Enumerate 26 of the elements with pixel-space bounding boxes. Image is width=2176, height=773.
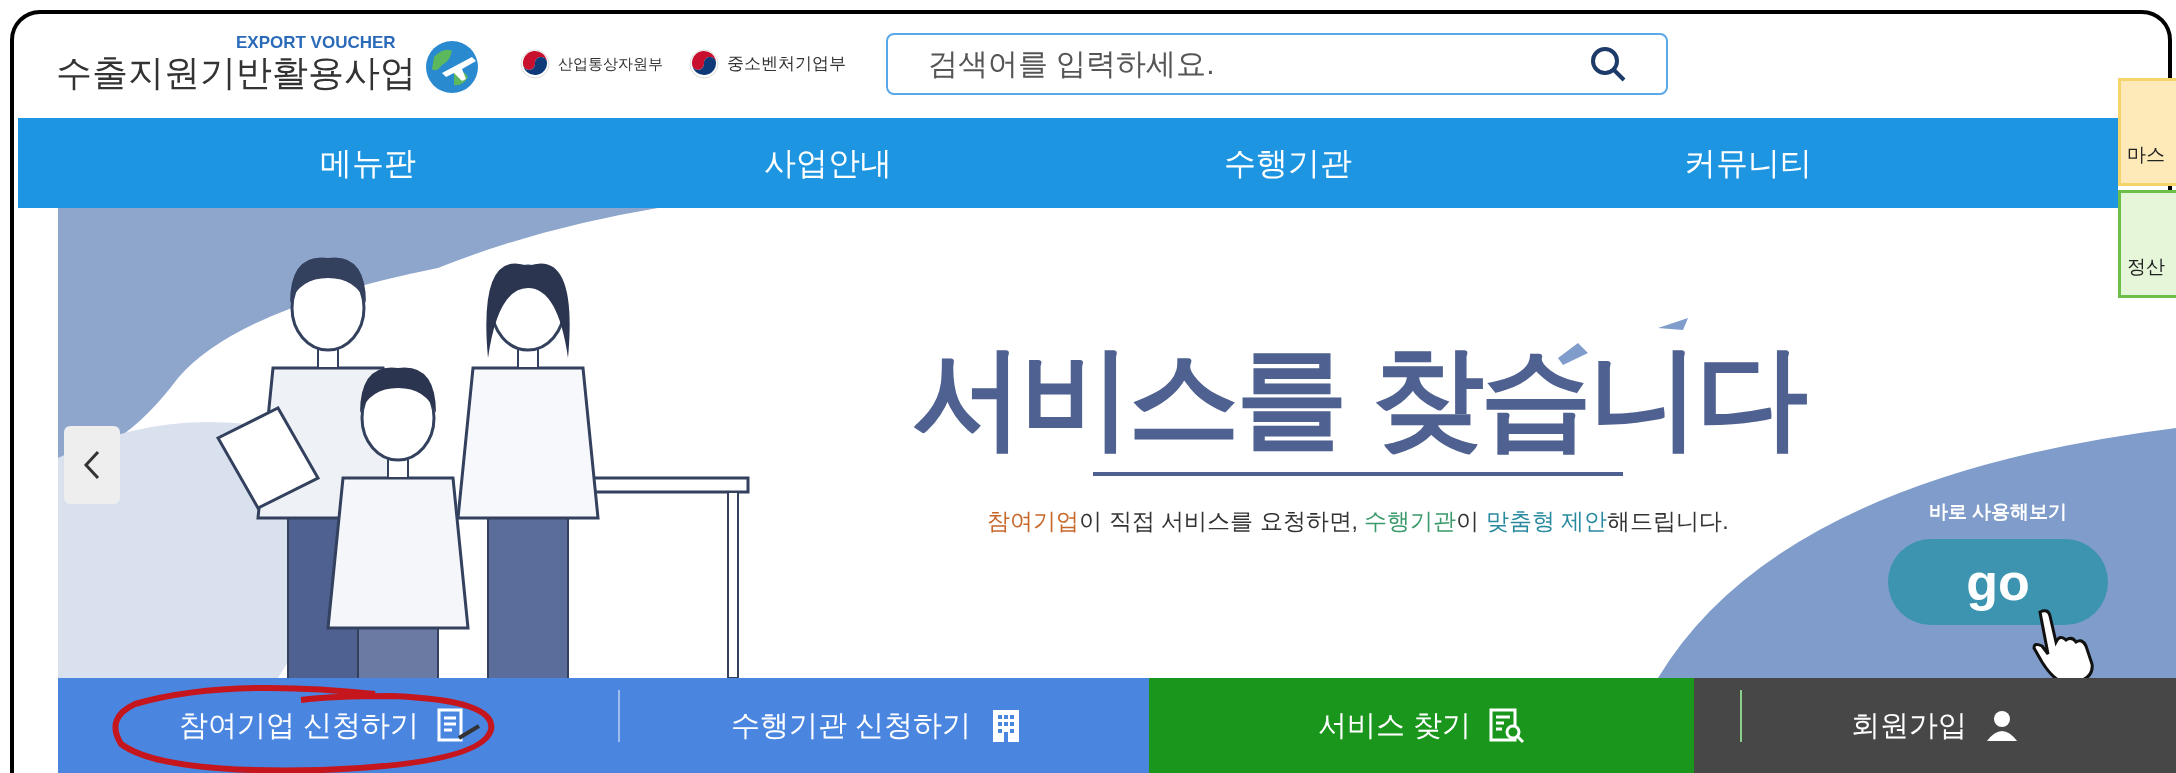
nav-item[interactable]: 메뉴판: [138, 139, 598, 187]
nav-item[interactable]: 수행기관: [1058, 139, 1518, 187]
nav-item[interactable]: 사업안내: [598, 139, 1058, 187]
quick-link[interactable]: 수행기관 신청하기: [604, 678, 1150, 773]
emblem-icon: [520, 49, 550, 79]
banner-subtitle: 참여기업 이 직접 서비스를 요청하면, 수행기관이 맞춤형 제안해드립니다.: [987, 507, 1729, 536]
go-button[interactable]: go: [1888, 538, 2108, 625]
search-icon[interactable]: [1588, 44, 1628, 84]
search-field[interactable]: 검색어를 입력하세요.: [886, 33, 1668, 95]
globe-plane-icon: [424, 39, 480, 95]
quick-link[interactable]: 회원가입: [1693, 678, 2176, 773]
emblem-icon: [689, 49, 719, 79]
banner-headline: 서비스를 찾습니다: [912, 338, 1804, 458]
logo-title: 수출지원기반활용사업: [56, 52, 416, 94]
quick-link[interactable]: 참여기업 신청하기: [58, 678, 605, 773]
document-search-icon: [1488, 707, 1525, 744]
ministry-name: 중소벤처기업부: [727, 53, 846, 76]
quick-link[interactable]: 서비스 찾기: [1149, 678, 1694, 773]
side-tab[interactable]: 정산: [2118, 190, 2176, 298]
ministry-name: 산업통상자원부: [558, 53, 663, 74]
cta-label: 바로 사용해보기: [1928, 500, 2068, 524]
nav-item[interactable]: 커뮤니티: [1518, 139, 1978, 187]
chevron-left-icon: [82, 450, 102, 480]
user-icon: [1984, 708, 2019, 743]
side-tab[interactable]: 마스: [2118, 78, 2176, 186]
logo-caption: EXPORT VOUCHER: [235, 34, 397, 52]
